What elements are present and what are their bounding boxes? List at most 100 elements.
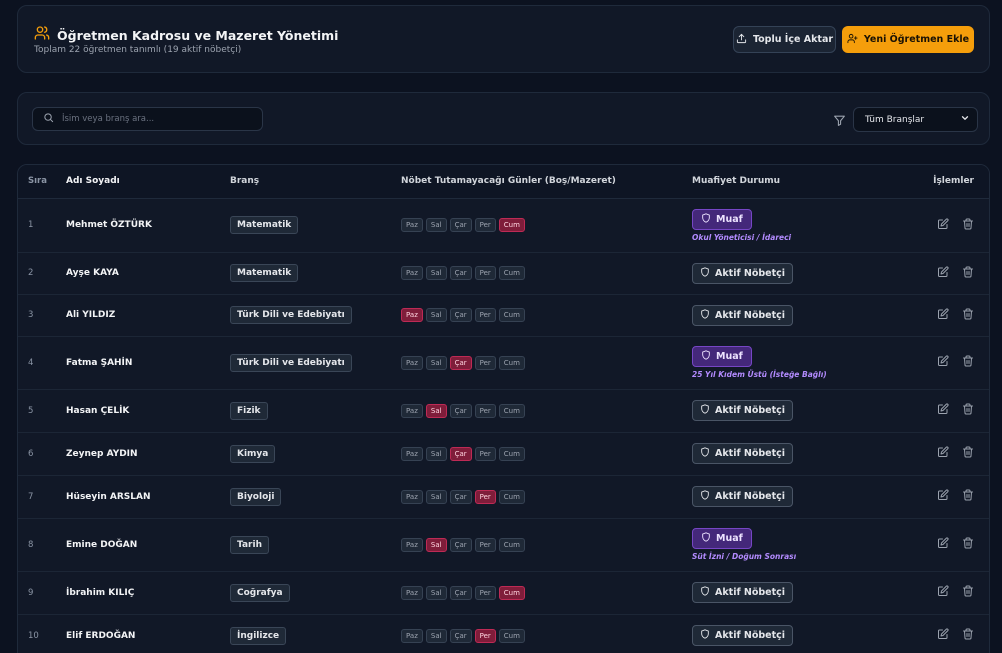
trash-icon[interactable]	[962, 218, 974, 233]
status-label: Aktif Nöbetçi	[715, 309, 786, 321]
day-toggle[interactable]: Paz	[401, 537, 423, 552]
day-toggle[interactable]: Çar	[449, 446, 472, 461]
bulk-import-button[interactable]: Toplu İçe Aktar	[733, 26, 836, 53]
day-toggle[interactable]: Sal	[425, 308, 447, 322]
day-toggle[interactable]: Per	[474, 489, 496, 504]
status-cell: Aktif Nöbetçi	[692, 571, 915, 615]
branch-cell: Matematik	[230, 198, 401, 253]
day-toggle[interactable]: Çar	[449, 218, 472, 232]
status-badge-exempt: Muaf	[692, 208, 752, 230]
day-toggle[interactable]: Cum	[498, 355, 525, 370]
users-icon	[34, 25, 50, 45]
day-toggle[interactable]: Çar	[449, 355, 472, 370]
trash-icon[interactable]	[962, 403, 974, 418]
trash-icon[interactable]	[962, 585, 974, 600]
search-input[interactable]: İsim veya branş ara...	[32, 107, 263, 131]
day-toggle[interactable]: Paz	[401, 446, 423, 461]
day-toggle[interactable]: Per	[474, 446, 496, 461]
trash-icon[interactable]	[962, 308, 974, 323]
day-toggle[interactable]: Per	[474, 355, 496, 370]
edit-icon[interactable]	[937, 217, 949, 233]
trash-icon[interactable]	[962, 266, 974, 281]
day-toggle[interactable]: Per	[474, 308, 496, 322]
day-toggle[interactable]: Cum	[498, 403, 525, 418]
branch-badge: Biyoloji	[230, 487, 282, 506]
day-toggle[interactable]: Sal	[425, 446, 447, 461]
branch-select[interactable]: Tüm Branşlar	[853, 107, 978, 132]
edit-icon[interactable]	[937, 446, 949, 461]
day-toggle[interactable]: Cum	[498, 446, 525, 461]
add-teacher-button[interactable]: Yeni Öğretmen Ekle	[842, 26, 974, 53]
day-toggle[interactable]: Sal	[425, 355, 447, 370]
teacher-name: İbrahim KILIÇ	[66, 571, 230, 615]
day-toggle[interactable]: Paz	[401, 403, 423, 418]
col-status: Muafiyet Durumu	[692, 165, 915, 199]
day-toggle[interactable]: Çar	[449, 585, 472, 600]
branch-badge: Kimya	[230, 444, 276, 463]
day-toggle[interactable]: Paz	[401, 585, 423, 600]
day-toggle[interactable]: Sal	[425, 489, 447, 504]
day-toggle[interactable]: Paz	[401, 628, 423, 643]
teacher-table-card: Sıra Adı Soyadı Branş Nöbet Tutamayacağı…	[17, 164, 990, 653]
branch-cell: Coğrafya	[230, 571, 401, 615]
teacher-name: Fatma ŞAHİN	[66, 336, 230, 390]
day-toggle[interactable]: Cum	[498, 218, 525, 232]
day-toggle[interactable]: Per	[474, 218, 496, 232]
day-toggle[interactable]: Sal	[425, 403, 447, 418]
day-toggle[interactable]: Çar	[449, 403, 472, 418]
status-cell: Aktif Nöbetçi	[692, 252, 915, 295]
day-toggle[interactable]: Sal	[425, 218, 447, 232]
day-toggle[interactable]: Çar	[449, 537, 472, 552]
table-row: 6 Zeynep AYDIN Kimya Paz Sal Çar Per Cum Aktif N…	[18, 432, 989, 476]
shield-icon	[701, 350, 711, 363]
day-toggle[interactable]: Çar	[449, 266, 472, 280]
status-label: Muaf	[716, 533, 743, 544]
day-toggle[interactable]: Per	[474, 585, 496, 600]
day-toggle[interactable]: Per	[474, 537, 496, 552]
edit-icon[interactable]	[937, 537, 949, 552]
table-row: 7 Hüseyin ARSLAN Biyoloji Paz Sal Çar Per Cum Ak…	[18, 475, 989, 519]
day-toggle[interactable]: Sal	[425, 266, 447, 280]
status-label: Aktif Nöbetçi	[715, 491, 786, 502]
table-row: 3 Ali YILDIZ Türk Dili ve Edebiyatı Paz Sal Ç…	[18, 294, 989, 337]
shield-icon	[700, 266, 710, 280]
day-toggle[interactable]: Cum	[498, 585, 525, 600]
teacher-name: Hüseyin ARSLAN	[66, 475, 230, 519]
day-toggle[interactable]: Sal	[425, 537, 447, 552]
day-toggle[interactable]: Sal	[425, 628, 447, 643]
day-toggle[interactable]: Per	[474, 266, 496, 280]
day-toggle[interactable]: Per	[474, 628, 496, 643]
day-toggle[interactable]: Paz	[401, 308, 423, 322]
edit-icon[interactable]	[937, 585, 949, 600]
day-toggle[interactable]: Paz	[401, 266, 423, 280]
day-toggle[interactable]: Paz	[401, 218, 423, 232]
day-toggle[interactable]: Per	[474, 403, 496, 418]
day-toggle[interactable]: Cum	[498, 537, 525, 552]
edit-icon[interactable]	[937, 489, 949, 504]
branch-cell: Kimya	[230, 432, 401, 476]
day-toggle[interactable]: Çar	[449, 489, 472, 504]
trash-icon[interactable]	[962, 489, 974, 504]
day-toggle[interactable]: Cum	[498, 628, 525, 643]
edit-icon[interactable]	[937, 265, 949, 281]
trash-icon[interactable]	[962, 355, 974, 370]
branch-cell: Tarih	[230, 518, 401, 572]
edit-icon[interactable]	[937, 307, 949, 323]
edit-icon[interactable]	[937, 355, 949, 370]
day-toggle[interactable]: Cum	[498, 489, 525, 504]
trash-icon[interactable]	[962, 537, 974, 552]
edit-icon[interactable]	[937, 403, 949, 418]
status-badge-exempt: Muaf	[692, 528, 752, 549]
edit-icon[interactable]	[937, 628, 949, 643]
day-toggle[interactable]: Paz	[401, 355, 423, 370]
row-number: 2	[18, 252, 66, 295]
day-toggle[interactable]: Çar	[449, 628, 472, 643]
unavailable-days: Paz Sal Çar Per Cum	[401, 489, 692, 504]
day-toggle[interactable]: Paz	[401, 489, 423, 504]
day-toggle[interactable]: Cum	[498, 266, 525, 280]
day-toggle[interactable]: Çar	[449, 308, 472, 322]
day-toggle[interactable]: Cum	[498, 308, 525, 322]
trash-icon[interactable]	[962, 446, 974, 461]
trash-icon[interactable]	[962, 628, 974, 643]
day-toggle[interactable]: Sal	[425, 585, 447, 600]
